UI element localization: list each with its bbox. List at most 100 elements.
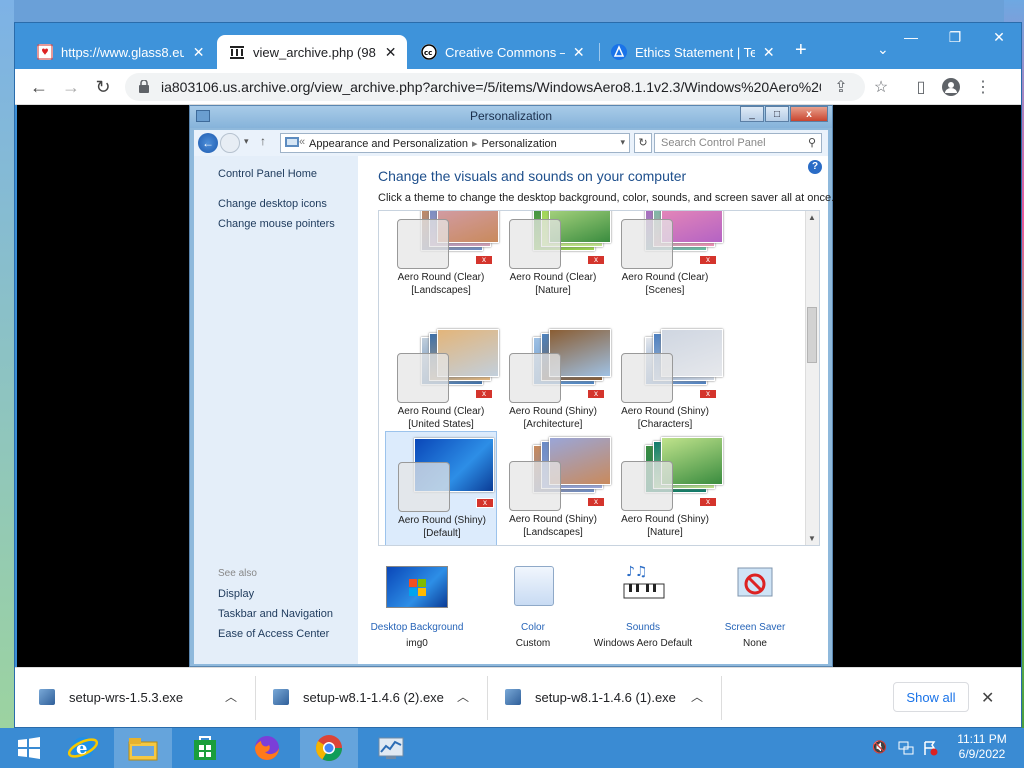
color-label[interactable]: Color	[478, 622, 588, 633]
minimize-icon[interactable]: —	[889, 23, 933, 51]
network-icon[interactable]	[898, 740, 914, 756]
recent-pages-chevron-icon[interactable]: ▾	[244, 136, 249, 147]
tab-search-chevron-icon[interactable]: ⌄	[877, 41, 889, 58]
store-icon	[194, 736, 216, 760]
theme-name: Aero Round (Clear)	[621, 272, 709, 283]
browser-toolbar: ← → ↻ ia803106.us.archive.org/view_archi…	[15, 69, 1021, 105]
theme-tile[interactable]: x Aero Round (Shiny) [Architecture]	[497, 323, 611, 441]
ease-of-access-link[interactable]: Ease of Access Center	[218, 628, 329, 640]
theme-tile[interactable]: x Aero Round (Clear) [Landscapes]	[385, 211, 499, 307]
desktop-background-label[interactable]: Desktop Background	[362, 622, 472, 633]
download-options-chevron-icon[interactable]: ︿	[457, 688, 469, 705]
inner-close-icon[interactable]: x	[790, 106, 828, 122]
breadcrumb-item[interactable]: Appearance and Personalization	[309, 138, 468, 150]
back-arrow-icon[interactable]: ←	[27, 75, 51, 99]
explorer-forward-icon[interactable]	[220, 133, 240, 153]
profile-avatar-icon[interactable]	[941, 77, 961, 97]
forward-arrow-icon[interactable]: →	[59, 75, 83, 99]
taskbar-navigation-link[interactable]: Taskbar and Navigation	[218, 608, 333, 620]
theme-tile[interactable]: x Aero Round (Clear) [Nature]	[497, 211, 611, 307]
inner-maximize-icon[interactable]: □	[765, 106, 789, 122]
close-tab-icon[interactable]: ✕	[763, 44, 775, 61]
download-item[interactable]: setup-w8.1-1.4.6 (2).exe	[273, 684, 444, 710]
tab-glass8[interactable]: https://www.glass8.eu/a ✕	[25, 35, 215, 69]
bookmark-star-icon[interactable]: ☆	[871, 77, 891, 97]
inner-minimize-icon[interactable]: _	[740, 106, 764, 122]
download-item[interactable]: setup-w8.1-1.4.6 (1).exe	[505, 684, 676, 710]
volume-muted-icon[interactable]: 🔇	[872, 740, 888, 756]
theme-tile[interactable]: x Aero Round (Clear) [Scenes]	[609, 211, 723, 307]
scroll-down-icon[interactable]: ▼	[807, 534, 817, 543]
breadcrumb-item[interactable]: Personalization	[482, 138, 557, 150]
close-tab-icon[interactable]: ✕	[192, 44, 205, 61]
url-text: ia803106.us.archive.org/view_archive.php…	[161, 79, 821, 95]
taskbar-firefox[interactable]	[238, 728, 296, 768]
side-panel-icon[interactable]: ▯	[911, 77, 931, 97]
theme-tile[interactable]: x Aero Round (Shiny) [Default]	[385, 431, 497, 545]
firefox-icon	[255, 736, 279, 760]
download-options-chevron-icon[interactable]: ︿	[225, 688, 237, 705]
theme-name: Aero Round (Shiny)	[509, 406, 597, 417]
theme-tile[interactable]: x Aero Round (Clear) [United States]	[385, 323, 499, 441]
theme-tile[interactable]: x Aero Round (Shiny) [Landscapes]	[497, 431, 611, 545]
scrollbar-thumb[interactable]	[807, 307, 817, 363]
show-all-button[interactable]: Show all	[893, 682, 969, 712]
menu-kebab-icon[interactable]: ⋮	[973, 77, 993, 97]
taskbar-resource-monitor[interactable]	[362, 728, 420, 768]
action-center-flag-icon[interactable]	[922, 740, 938, 756]
theme-tile[interactable]: x Aero Round (Shiny) [Nature]	[609, 431, 723, 545]
start-button[interactable]	[0, 728, 58, 768]
search-placeholder: Search Control Panel	[661, 137, 766, 149]
page-viewport: Personalization _ □ x ← ▾ ↑ « Appearance…	[17, 105, 1021, 667]
change-desktop-icons-link[interactable]: Change desktop icons	[218, 198, 327, 210]
display-link[interactable]: Display	[218, 588, 254, 600]
sounds-label[interactable]: Sounds	[588, 622, 698, 633]
new-tab-plus-icon[interactable]: +	[795, 39, 807, 61]
theme-list-scrollbar[interactable]: ▲ ▼	[805, 211, 819, 545]
window-color-swatch	[397, 219, 449, 269]
window-color-swatch	[509, 353, 561, 403]
theme-tile[interactable]: x Aero Round (Shiny) [Characters]	[609, 323, 723, 441]
explorer-back-icon[interactable]: ←	[198, 133, 218, 153]
share-icon[interactable]: ⇪	[831, 77, 851, 97]
close-tab-icon[interactable]: ✕	[573, 44, 585, 61]
scroll-up-icon[interactable]: ▲	[807, 213, 817, 222]
taskbar-file-explorer[interactable]	[114, 728, 172, 768]
control-panel-search-input[interactable]: Search Control Panel ⚲	[654, 133, 822, 153]
download-options-chevron-icon[interactable]: ︿	[691, 688, 703, 705]
system-clock[interactable]: 11:11 PM 6/9/2022	[952, 732, 1012, 762]
installer-icon	[273, 689, 289, 705]
address-bar[interactable]: ia803106.us.archive.org/view_archive.php…	[125, 73, 865, 101]
close-tab-icon[interactable]: ✕	[384, 44, 397, 61]
maximize-icon[interactable]: ❐	[933, 23, 977, 51]
close-download-shelf-icon[interactable]: ✕	[981, 688, 994, 708]
theme-preview: x	[503, 323, 611, 403]
taskbar-internet-explorer[interactable]: e	[54, 728, 112, 768]
address-dropdown-icon[interactable]: ▾	[620, 137, 625, 148]
taskbar-chrome[interactable]	[300, 728, 358, 768]
download-shelf: setup-wrs-1.5.3.exe ︿ setup-w8.1-1.4.6 (…	[15, 667, 1021, 727]
explorer-refresh-icon[interactable]: ↻	[634, 133, 652, 153]
theme-variant: [Nature]	[535, 285, 571, 296]
taskbar-store[interactable]	[176, 728, 234, 768]
close-window-icon[interactable]: ✕	[977, 23, 1021, 51]
control-panel-home-link[interactable]: Control Panel Home	[218, 168, 317, 180]
desktop-background-value: img0	[406, 638, 428, 649]
desktop-background-left	[0, 0, 14, 728]
breadcrumb[interactable]: « Appearance and Personalization ▸ Persona…	[280, 133, 630, 153]
tab-creative-commons[interactable]: cc Creative Commons — P ✕	[409, 35, 595, 69]
theme-preview: x	[391, 211, 499, 269]
clock-time: 11:11 PM	[957, 732, 1007, 746]
screen-saver-label[interactable]: Screen Saver	[700, 622, 810, 633]
tab-view-archive[interactable]: view_archive.php (981× ✕	[217, 35, 407, 69]
change-mouse-pointers-link[interactable]: Change mouse pointers	[218, 218, 335, 230]
tab-title: Creative Commons — P	[445, 44, 565, 60]
search-icon[interactable]: ⚲	[808, 136, 816, 149]
download-item[interactable]: setup-wrs-1.5.3.exe	[39, 684, 183, 710]
theme-name: Aero Round (Shiny)	[398, 515, 486, 526]
tab-ethics-statement[interactable]: Ethics Statement | Tech ✕	[599, 35, 785, 69]
reload-icon[interactable]: ↻	[91, 75, 115, 99]
installer-icon	[505, 689, 521, 705]
up-arrow-icon[interactable]: ↑	[260, 134, 266, 148]
help-icon[interactable]: ?	[808, 160, 822, 174]
